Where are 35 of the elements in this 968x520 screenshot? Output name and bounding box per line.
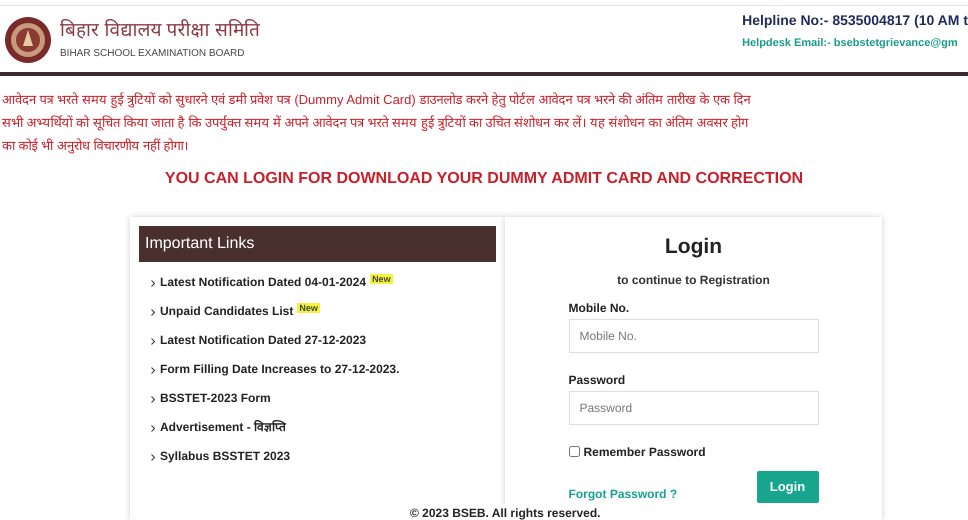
important-link[interactable]: Unpaid Candidates List xyxy=(160,302,294,320)
login-title: Login xyxy=(664,234,722,260)
helpdesk-email: Helpdesk Email:- bsebstetgrievance@gm xyxy=(742,36,958,51)
important-link[interactable]: Form Filling Date Increases to 27-12-2023. xyxy=(160,360,400,378)
notice-text: का कोई भी अनुरोध विचारणीय नहीं होगा। xyxy=(2,137,190,155)
input-field[interactable]: Password xyxy=(568,390,818,424)
board-name-hindi: बिहार विद्यालय परीक्षा समिति xyxy=(60,19,260,43)
remember-checkbox[interactable] xyxy=(568,446,580,457)
remember-label: Remember Password xyxy=(584,444,706,460)
chevron-icon xyxy=(151,454,155,461)
chevron-icon xyxy=(151,396,155,403)
chevron-icon xyxy=(151,280,155,287)
links-panel-title: Important Links xyxy=(139,226,496,262)
helpline-text: Helpline No:- 8535004817 (10 AM t xyxy=(742,11,968,30)
board-name-english: BIHAR SCHOOL EXAMINATION BOARD xyxy=(60,47,246,61)
important-link[interactable]: BSSTET-2023 Form xyxy=(160,389,271,407)
important-link[interactable]: Syllabus BSSTET 2023 xyxy=(160,447,290,465)
field-label: Password xyxy=(568,372,626,388)
chevron-icon xyxy=(151,338,155,345)
notice-text: सभी अभ्यर्थियों को सूचित किया जाता है कि उपर्युक्त समय में अपने आवेदन पत्र भरते समय हुई त्रुटियों का उचित संशोधन कर लें। यह संशोधन का अंतिम अवसर होग xyxy=(2,114,750,132)
notice-text: आवेदन पत्र भरते समय हुई त्रुटियों को सुधारने एवं डमी प्रवेश पत्र (Dummy Admit Card) डाउनलोड करने हेतु पोर्टल आवेदन पत्र भरने की अंतिम तारीख के एक दिन xyxy=(2,91,752,109)
field-label: Mobile No. xyxy=(568,300,630,316)
important-link[interactable]: Latest Notification Dated 04-01-2024 xyxy=(160,273,366,291)
emblem-icon xyxy=(4,16,52,64)
chevron-icon xyxy=(151,425,155,432)
chevron-icon xyxy=(151,367,155,374)
new-badge: New xyxy=(297,303,320,313)
input-field[interactable]: Mobile No. xyxy=(568,318,818,352)
banner-text: YOU CAN LOGIN FOR DOWNLOAD YOUR DUMMY ADMIT CARD AND CORRECTION xyxy=(164,169,804,189)
important-link[interactable]: Advertisement - विज्ञप्ति xyxy=(160,418,286,436)
new-badge: New xyxy=(370,274,393,284)
chevron-icon xyxy=(151,309,155,316)
important-link[interactable]: Latest Notification Dated 27-12-2023 xyxy=(160,331,366,349)
login-subtitle: to continue to Registration xyxy=(617,272,770,288)
footer-text: © 2023 BSEB. All rights reserved. xyxy=(410,504,600,520)
